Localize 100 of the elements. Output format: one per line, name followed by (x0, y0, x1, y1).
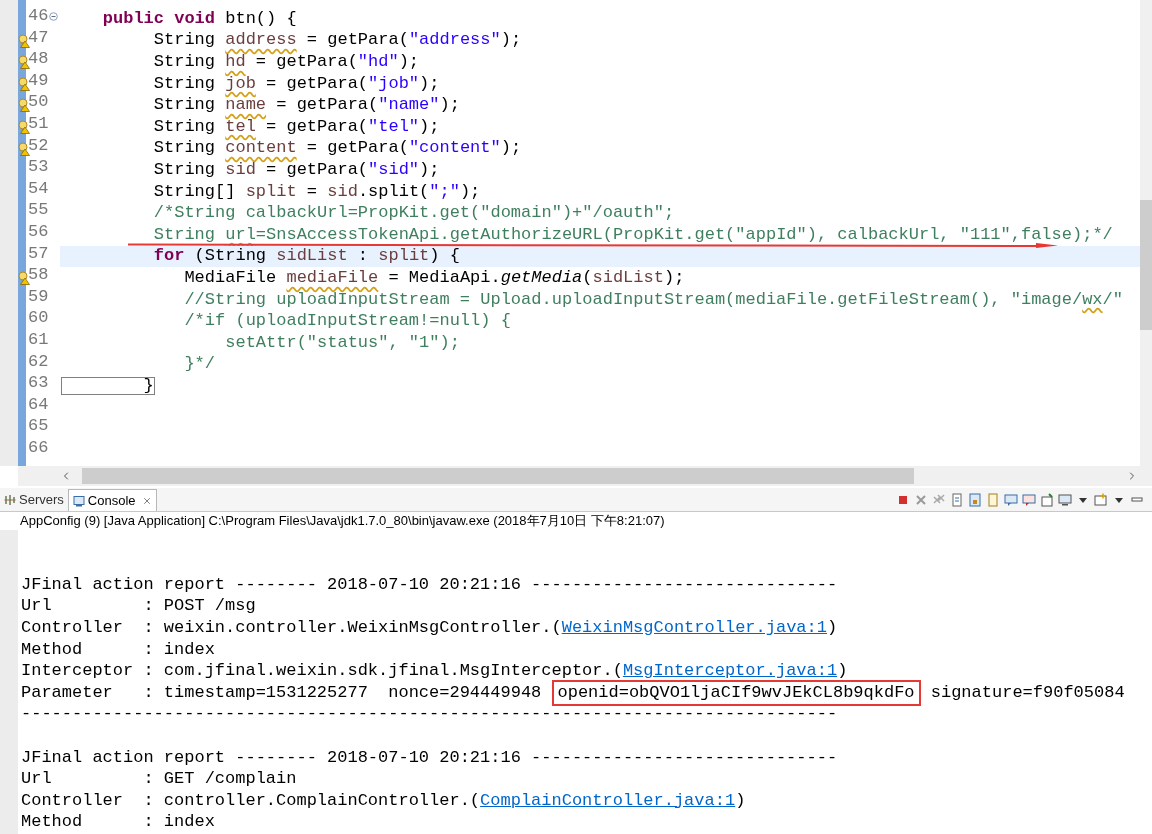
horizontal-scrollbar[interactable] (18, 466, 1152, 486)
line-number: 64 (28, 396, 49, 416)
line-number: 55 (28, 202, 49, 222)
pin-icon[interactable] (1040, 493, 1054, 507)
log-text: JFinal action report -------- 2018-07-10 20:21:16 ------------------------------ (21, 749, 838, 766)
log-text: Method : index (21, 641, 215, 658)
log-text: ) (735, 792, 746, 809)
line-number: 47 (28, 29, 49, 49)
code-text: ); (500, 32, 522, 49)
variable-text: content (225, 140, 297, 157)
highlighted-log-text: openid=obQVO1ljaCIf9wvJEkCL8b9qkdFo (551, 679, 921, 706)
warning-bulb-icon[interactable] (18, 76, 30, 91)
view-tab[interactable]: Console (67, 489, 157, 511)
code-text: ( (582, 269, 593, 286)
code-text: btn() { (224, 10, 297, 27)
close-icon[interactable] (141, 495, 152, 506)
log-text: Controller : controller.ComplainController.( (21, 792, 481, 809)
document-icon[interactable] (950, 493, 964, 507)
code-text: ) { (429, 248, 460, 265)
string-literal: ";" (429, 183, 460, 200)
code-text: MediaFile (183, 269, 278, 286)
source-link[interactable]: MsgInterceptor.java:1 (622, 663, 838, 680)
string-literal: "sid" (368, 161, 420, 178)
code-text: String[] (152, 183, 237, 200)
warning-bulb-icon[interactable] (18, 141, 30, 156)
code-text: .split( (357, 183, 430, 200)
line-number: 66 (28, 439, 49, 459)
line-number: 49 (28, 72, 49, 92)
line-number: 48 (28, 51, 49, 71)
code-text: ); (459, 183, 481, 200)
warning-bulb-icon[interactable] (18, 55, 30, 70)
log-text: JFinal action report -------- 2018-07-10 20:21:16 ------------------------------ (21, 576, 838, 593)
warning-bulb-icon[interactable] (18, 271, 30, 286)
code-text: ); (419, 75, 440, 92)
variable-text: split (245, 183, 297, 200)
variable-text: sidList (276, 248, 348, 265)
comment-text: //String uploadInputStream = Upload.uploadInputStream(mediaFile.getFileStream(), "image/ (183, 291, 1083, 308)
process-description: AppConfig (9) [Java Application] C:\Program Files\Java\jdk1.7.0_80\bin\javaw.exe (2018年7月10日 下午8:21:07) (20, 512, 665, 531)
speech-bubble-icon[interactable] (1022, 493, 1036, 507)
line-number: 46 (28, 8, 49, 27)
stop-icon[interactable] (896, 493, 910, 507)
code-text: (String (193, 248, 268, 265)
code-text: String (152, 97, 217, 114)
log-text: ) (837, 663, 848, 680)
remove-icon[interactable] (914, 493, 928, 507)
code-text: ); (439, 97, 460, 114)
code-text: String (152, 118, 217, 135)
line-number: 56 (28, 223, 49, 243)
string-literal: "job" (368, 75, 420, 92)
code-text: = getPara( (265, 75, 369, 92)
comment-text: =SnsAccessTokenApi.getAuthorizeURL(PropKit.get("appId"), calbackUrl, "111",false);*/ (255, 226, 1113, 243)
code-text: = getPara( (265, 118, 369, 135)
monitor-icon (72, 494, 85, 507)
log-text: Url : POST /msg (21, 598, 256, 615)
code-text: ); (419, 118, 440, 135)
variable-text: sid (225, 161, 256, 178)
line-number: 57 (28, 245, 49, 265)
code-text: ); (398, 54, 420, 70)
code-text: = getPara( (265, 161, 369, 178)
line-number: 65 (28, 418, 49, 438)
matched-bracket: } (62, 377, 154, 394)
code-text: String (152, 140, 217, 157)
warning-bulb-icon[interactable] (18, 98, 30, 113)
log-text: Interceptor : com.jfinal.weixin.sdk.jfinal.MsgInterceptor.( (21, 663, 623, 680)
log-text: Method : index (21, 814, 215, 831)
variable-text: mediaFile (286, 269, 379, 286)
comment-text: String (152, 226, 217, 243)
keyword-text: for (152, 248, 185, 265)
line-number: 61 (28, 331, 49, 351)
code-text: String (152, 32, 217, 49)
comment-text: setAttr("status", "1"); (224, 334, 460, 351)
source-link[interactable]: WeixinMsgController.java:1 (561, 620, 827, 636)
lock-document-icon[interactable] (968, 493, 982, 507)
view-tab[interactable]: Servers (0, 489, 68, 511)
method-call-text: getMedia (500, 269, 583, 286)
collapse-icon[interactable] (49, 12, 59, 21)
line-number: 50 (28, 94, 49, 114)
code-text: String (152, 75, 217, 92)
warning-bulb-icon[interactable] (18, 33, 30, 48)
line-number: 60 (28, 310, 49, 330)
comment-text: }*/ (183, 356, 216, 373)
variable-text: address (225, 32, 297, 49)
string-literal: "address" (408, 32, 501, 49)
line-number: 58 (28, 267, 49, 287)
warning-bulb-icon[interactable] (18, 119, 30, 134)
string-literal: "tel" (368, 118, 420, 135)
monitor-icon[interactable] (1058, 493, 1072, 507)
string-literal: "name" (378, 97, 440, 114)
variable-text: tel (225, 118, 256, 135)
comment-text: wx (1082, 291, 1103, 308)
speech-bubble-icon[interactable] (1004, 493, 1018, 507)
log-text: signature=f90f05084 (929, 684, 1125, 701)
line-number: 52 (28, 137, 49, 157)
line-number: 54 (28, 180, 49, 200)
variable-text: name (225, 97, 267, 114)
vertical-scrollbar[interactable] (1140, 0, 1152, 466)
code-text: ); (500, 140, 522, 157)
log-text: Url : GET /complain (21, 771, 297, 788)
code-text: : (356, 248, 370, 265)
source-link[interactable]: ComplainController.java:1 (480, 792, 736, 809)
